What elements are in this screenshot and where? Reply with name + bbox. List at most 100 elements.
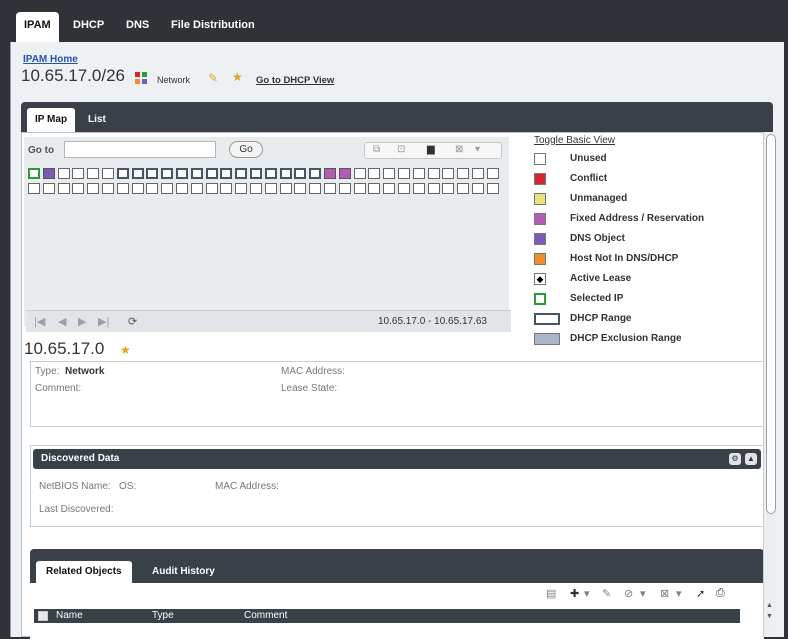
ip-cell[interactable] [102,183,114,194]
dhcp-view-link[interactable]: Go to DHCP View [256,75,334,86]
ip-cell[interactable] [309,183,322,194]
ip-cell[interactable] [57,183,70,194]
ip-cell[interactable] [486,168,499,179]
ip-cell[interactable] [220,183,233,194]
ip-cell[interactable] [72,168,85,179]
tab-related-objects[interactable]: Related Objects [36,561,132,583]
prev-page-icon[interactable]: ◀ [58,315,66,328]
tab-file-distribution[interactable]: File Distribution [171,12,255,38]
ip-cell[interactable] [57,168,70,179]
ip-cell[interactable] [250,168,262,179]
delete-icon[interactable]: ⊠ [660,587,669,600]
breadcrumb[interactable]: IPAM Home [23,54,78,65]
vertical-scrollbar[interactable]: ▲ ▼ [763,132,777,637]
ip-cell[interactable] [294,168,307,179]
ip-cell[interactable] [116,168,129,179]
chevron-down-icon[interactable]: ▾ [584,587,590,600]
scroll-up-icon[interactable]: ▲ [766,602,773,609]
ip-cell[interactable] [264,168,277,179]
ip-cell[interactable] [28,183,40,194]
edit-icon[interactable]: ✎ [602,587,611,600]
tab-audit-history[interactable]: Audit History [152,561,215,583]
last-page-icon[interactable]: ▶| [98,315,109,328]
ip-cell[interactable] [457,168,470,179]
ip-cell[interactable] [205,168,218,179]
ip-cell[interactable] [146,183,159,194]
scroll-down-icon[interactable]: ▼ [766,613,773,620]
next-page-icon[interactable]: ▶ [78,315,86,328]
first-page-icon[interactable]: |◀ [34,315,45,328]
ip-cell[interactable] [87,168,100,179]
ip-cell[interactable] [368,183,381,194]
ip-cell[interactable] [102,168,114,179]
ip-cell[interactable] [412,183,425,194]
column-type[interactable]: Type [152,610,174,621]
ip-cell[interactable] [87,183,100,194]
ip-cell[interactable] [427,168,440,179]
ip-cell[interactable] [338,168,351,179]
comment-icon[interactable]: ▆ [427,144,435,155]
ip-cell[interactable] [486,183,499,194]
go-button[interactable]: Go [229,141,263,158]
print-icon[interactable]: ⎙ [716,587,725,600]
tab-dhcp[interactable]: DHCP [73,12,104,38]
ip-cell[interactable] [131,168,144,179]
ip-cell[interactable] [324,183,336,194]
ip-cell[interactable] [383,168,396,179]
ip-cell[interactable] [250,183,262,194]
ip-cell[interactable] [42,183,55,194]
toggle-basic-view-link[interactable]: Toggle Basic View [534,135,615,146]
ip-cell[interactable] [368,168,381,179]
goto-input[interactable] [64,141,216,158]
document-icon[interactable]: ▤ [546,587,556,600]
ip-cell[interactable] [116,183,129,194]
ip-cell[interactable] [442,183,455,194]
ip-cell[interactable] [28,168,40,179]
refresh-icon[interactable]: ⟳ [128,315,137,328]
ip-cell[interactable] [398,183,410,194]
tab-ipam[interactable]: IPAM [16,12,59,42]
disable-icon[interactable]: ⊘ [624,587,633,600]
add-icon[interactable]: ✚ [570,587,579,600]
ip-cell[interactable] [72,183,85,194]
ip-cell[interactable] [235,183,248,194]
key-icon[interactable]: ★ [120,343,131,357]
column-name[interactable]: Name [56,610,83,621]
ip-cell[interactable] [398,168,410,179]
ip-cell[interactable] [220,168,233,179]
ip-cell[interactable] [442,168,455,179]
ip-cell[interactable] [146,168,159,179]
scroll-thumb[interactable] [766,134,776,514]
ip-cell[interactable] [190,168,203,179]
chevron-down-icon[interactable]: ▾ [640,587,646,600]
delete-icon[interactable]: ⊠ [455,144,463,155]
star-icon[interactable]: ★ [232,70,243,84]
ip-cell[interactable] [353,168,366,179]
ip-cell[interactable] [427,183,440,194]
ip-cell[interactable] [131,183,144,194]
ip-cell[interactable] [353,183,366,194]
select-all-checkbox[interactable] [38,611,48,621]
ip-cell[interactable] [161,183,174,194]
ip-cell[interactable] [264,183,277,194]
chevron-down-icon[interactable]: ▾ [676,587,682,600]
ip-cell[interactable] [383,183,396,194]
settings-icon[interactable]: ⚙ [729,453,741,465]
ip-cell[interactable] [412,168,425,179]
ip-cell[interactable] [42,168,55,179]
tab-dns[interactable]: DNS [126,12,149,38]
ip-cell[interactable] [294,183,307,194]
ip-cell[interactable] [190,183,203,194]
ip-cell[interactable] [472,183,484,194]
ip-cell[interactable] [324,168,336,179]
collapse-icon[interactable]: ▲ [745,453,757,465]
ip-cell[interactable] [338,183,351,194]
tab-list[interactable]: List [88,108,106,132]
ip-cell[interactable] [235,168,248,179]
ip-cell[interactable] [176,183,188,194]
expand-icon[interactable]: ⧉ [373,144,380,155]
zoom-icon[interactable]: ⊡ [397,144,405,155]
ip-cell[interactable] [472,168,484,179]
column-comment[interactable]: Comment [244,610,287,621]
ip-cell[interactable] [176,168,188,179]
